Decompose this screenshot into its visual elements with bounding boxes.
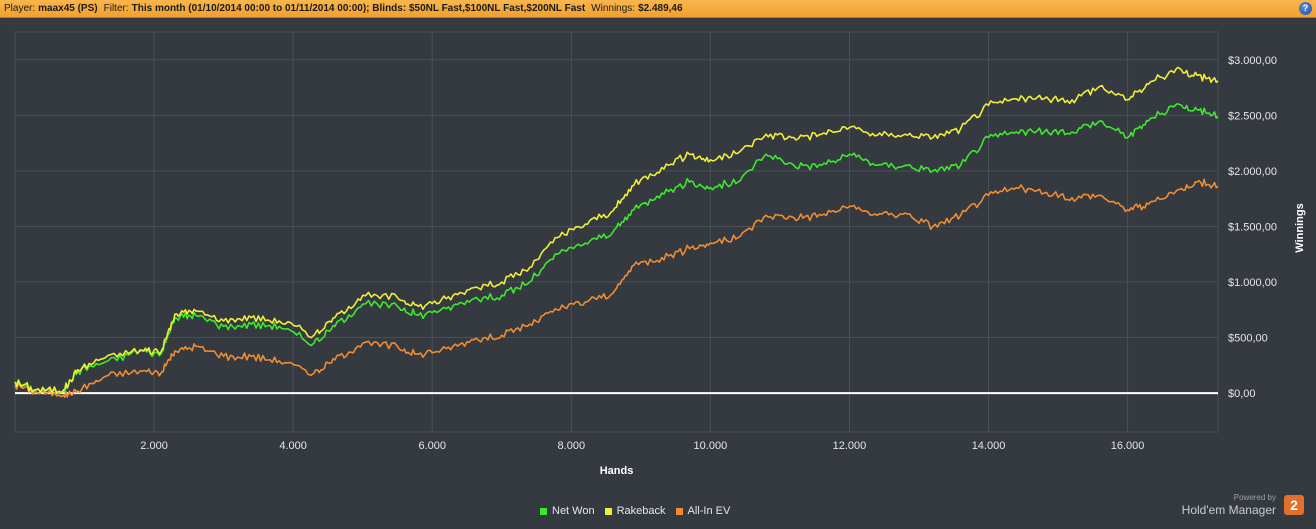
x-axis-title: Hands — [600, 465, 634, 477]
help-icon[interactable]: ? — [1299, 2, 1312, 15]
winnings-chart: 2.000 4.000 6.000 8.000 10.000 12.000 14.000 16… — [14, 31, 1306, 477]
y-tick-label: $2.000,00 — [1228, 166, 1277, 178]
legend-item-net-won[interactable]: Net Won — [540, 505, 595, 517]
player-value: maax45 (PS) — [38, 3, 98, 14]
y-tick-label: $500,00 — [1228, 333, 1268, 345]
x-tick-label: 10.000 — [694, 440, 728, 452]
y-tick-label: $2.500,00 — [1228, 110, 1277, 122]
legend-label-rakeback: Rakeback — [616, 505, 666, 517]
x-tick-label: 12.000 — [833, 440, 867, 452]
y-axis-title: Winnings — [1294, 203, 1306, 252]
winnings-graph: 2.000 4.000 6.000 8.000 10.000 12.000 14.000 16… — [0, 18, 1316, 524]
plot-area — [14, 31, 1219, 433]
x-tick-label: 16.000 — [1111, 440, 1145, 452]
legend-item-allin-ev[interactable]: All-In EV — [675, 505, 731, 517]
x-tick-label: 14.000 — [972, 440, 1006, 452]
player-label: Player: — [4, 3, 36, 14]
y-tick-label: $0,00 — [1228, 388, 1256, 400]
brand-logo-icon: 2 — [1284, 495, 1304, 515]
branding: Powered by Hold'em Manager 2 — [1164, 493, 1304, 521]
legend-label-net-won: Net Won — [552, 505, 595, 517]
winnings-label: Winnings: — [591, 3, 636, 14]
y-tick-label: $1.500,00 — [1228, 221, 1277, 233]
legend-swatch-net-won — [540, 507, 547, 515]
powered-by-text: Powered by — [1233, 493, 1276, 502]
x-tick-label: 4.000 — [279, 440, 307, 452]
y-tick-label: $1.000,00 — [1228, 277, 1277, 289]
x-tick-label: 8.000 — [558, 440, 586, 452]
brand-name: Hold'em Manager — [1181, 503, 1276, 517]
x-tick-label: 6.000 — [418, 440, 446, 452]
filter-bar: Player: maax45 (PS) Filter: This month (… — [0, 0, 1316, 18]
winnings-value: $2.489,46 — [638, 3, 683, 14]
legend-swatch-allin-ev — [675, 507, 683, 515]
filter-label: Filter: — [103, 3, 129, 14]
filter-value: This month (01/10/2014 00:00 to 01/11/20… — [131, 3, 586, 14]
x-tick-label: 2.000 — [140, 440, 168, 452]
legend-item-rakeback[interactable]: Rakeback — [604, 505, 666, 517]
legend-label-allin-ev: All-In EV — [687, 505, 731, 517]
legend-swatch-rakeback — [604, 507, 612, 515]
y-tick-label: $3.000,00 — [1228, 55, 1277, 67]
chart-legend: Net Won Rakeback All-In EV — [540, 505, 740, 517]
